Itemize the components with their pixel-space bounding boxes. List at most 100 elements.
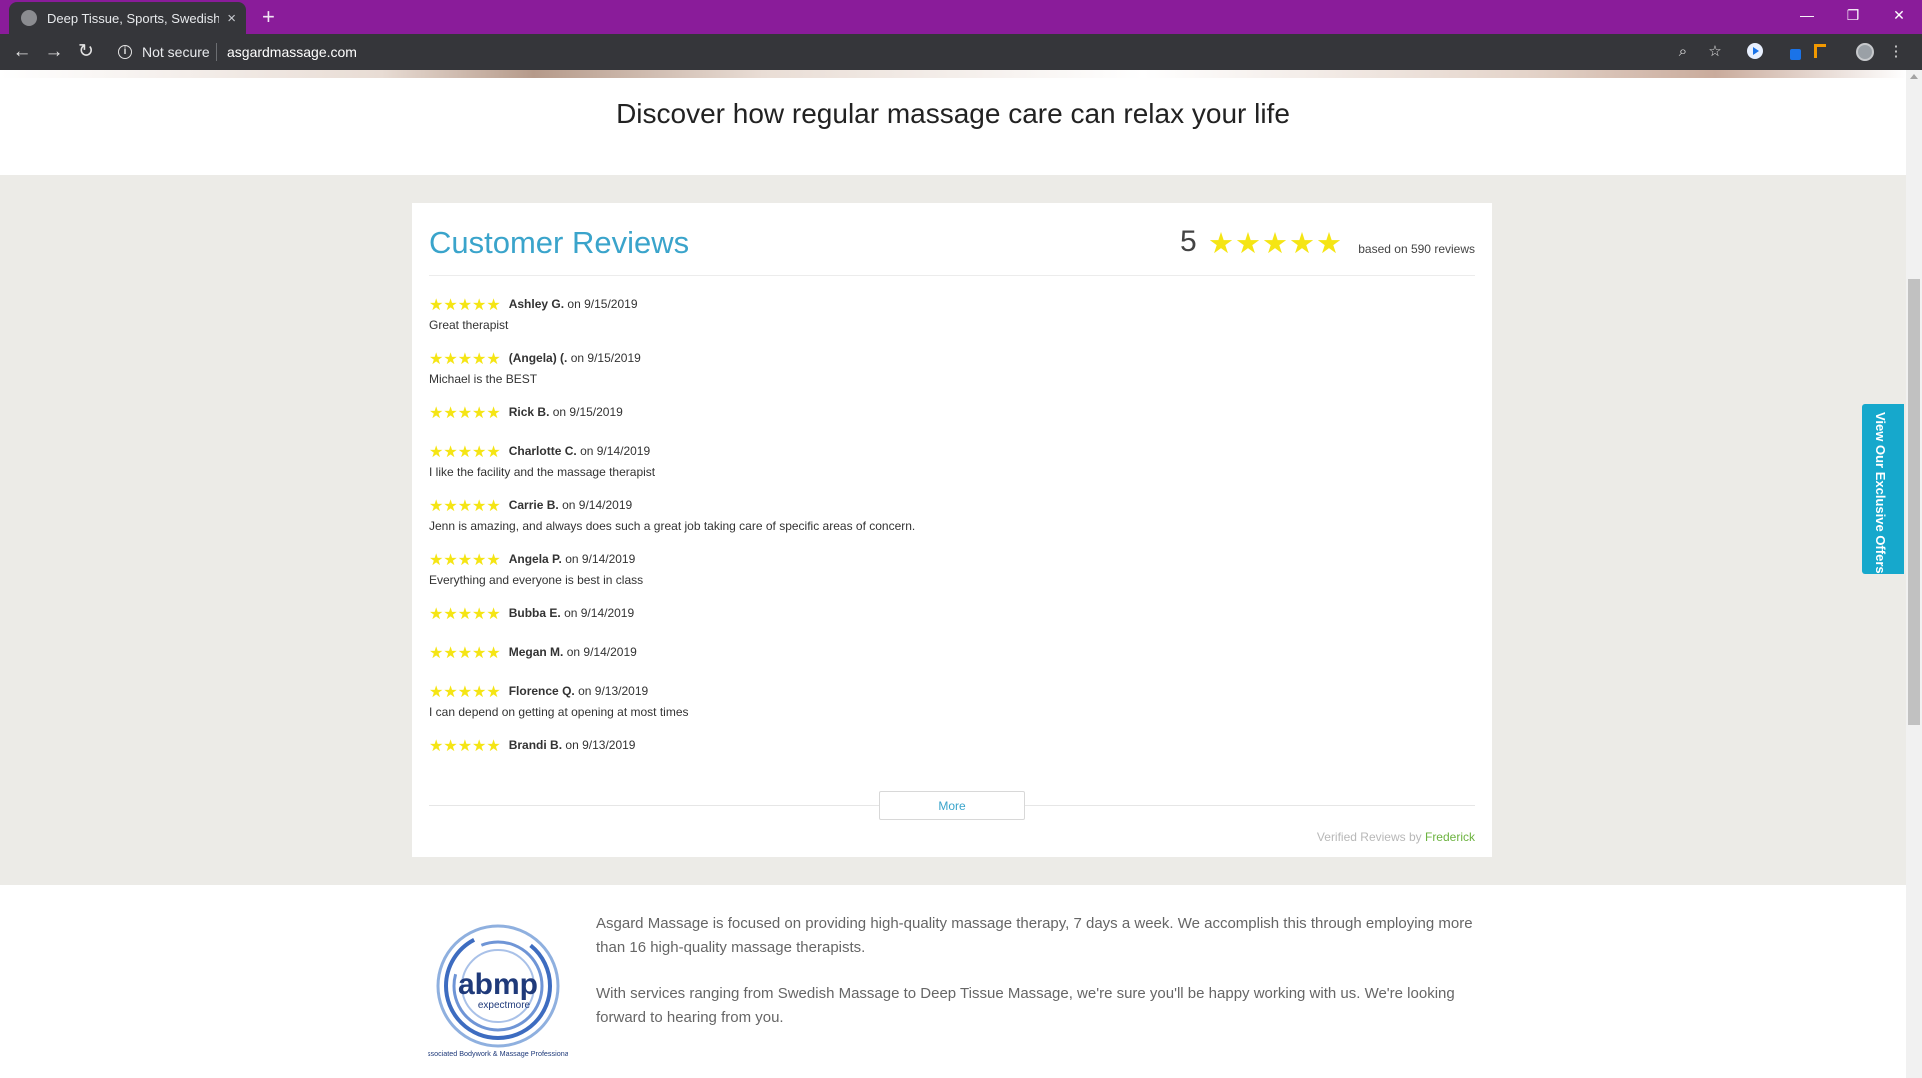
- verified-brand-link[interactable]: Frederick: [1425, 830, 1475, 844]
- review-star-rating: ★★★★★: [429, 351, 501, 369]
- star-icon: ★: [443, 351, 458, 368]
- new-tab-button[interactable]: +: [262, 4, 275, 30]
- logo-caption: Associated Bodywork & Massage Profession…: [428, 1049, 568, 1058]
- review-date: on 9/14/2019: [580, 444, 651, 458]
- review-star-rating: ★★★★★: [429, 498, 501, 516]
- about-section: abmp expectmore Associated Bodywork & Ma…: [0, 885, 1906, 1078]
- review-author: Ashley G. on 9/15/2019: [509, 297, 638, 311]
- review-text: I like the facility and the massage ther…: [429, 465, 656, 479]
- review-item: ★★★★★ Angela P. on 9/14/2019 Everything an…: [429, 552, 643, 587]
- review-text: Jenn is amazing, and always does such a …: [429, 519, 916, 533]
- star-icon: ★: [443, 444, 458, 461]
- logo-text: abmp: [458, 968, 538, 1001]
- star-icon: ★: [486, 405, 501, 422]
- exclusive-offers-tab[interactable]: View Our Exclusive Offers: [1862, 404, 1904, 574]
- reviewer-name: Angela P.: [508, 552, 562, 566]
- review-item: ★★★★★ Florence Q. on 9/13/2019 I can depen…: [429, 684, 689, 719]
- star-icon: ★: [429, 738, 444, 755]
- star-icon: ★: [443, 684, 458, 701]
- scroll-up-arrow-icon[interactable]: [1910, 74, 1918, 79]
- star-icon: ★: [1262, 228, 1288, 260]
- close-tab-icon[interactable]: ×: [227, 10, 236, 27]
- profile-avatar[interactable]: [1856, 43, 1874, 61]
- address-bar[interactable]: asgardmassage.com: [227, 44, 357, 60]
- star-icon: ★: [443, 297, 458, 314]
- star-icon: ★: [486, 297, 501, 314]
- star-icon: ★: [472, 498, 487, 515]
- about-paragraph: Asgard Massage is focused on providing h…: [596, 915, 1473, 956]
- review-date: on 9/14/2019: [562, 498, 633, 512]
- close-window-button[interactable]: ✕: [1876, 0, 1922, 30]
- star-icon: ★: [429, 498, 444, 515]
- reviewer-name: Ashley G.: [508, 297, 565, 311]
- review-date: on 9/13/2019: [578, 684, 649, 698]
- star-icon: ★: [1208, 228, 1234, 260]
- review-item: ★★★★★ Megan M. on 9/14/2019: [429, 645, 637, 663]
- security-label[interactable]: Not secure: [142, 44, 210, 60]
- browser-tab[interactable]: Deep Tissue, Sports, Swedish Massage ×: [9, 2, 246, 34]
- review-item: ★★★★★ (Angela) (. on 9/15/2019 Michael is …: [429, 351, 641, 386]
- browser-toolbar: ← → ↻ i Not secure asgardmassage.com ⌕ ☆…: [0, 34, 1922, 70]
- reviewer-name: Rick B.: [508, 405, 550, 419]
- review-date: on 9/15/2019: [567, 297, 638, 311]
- review-star-rating: ★★★★★: [429, 684, 501, 702]
- verified-prefix: Verified Reviews by: [1316, 830, 1422, 844]
- review-item: ★★★★★ Rick B. on 9/15/2019: [429, 405, 623, 423]
- star-icon: ★: [472, 738, 487, 755]
- review-text: I can depend on getting at opening at mo…: [429, 705, 689, 719]
- more-reviews-button[interactable]: More: [879, 791, 1025, 820]
- review-star-rating: ★★★★★: [429, 606, 501, 624]
- review-count: based on 590 reviews: [1358, 242, 1475, 256]
- star-icon: ★: [457, 738, 473, 755]
- extension-play-icon[interactable]: [1747, 43, 1763, 59]
- star-icon: ★: [472, 606, 487, 623]
- review-author: Rick B. on 9/15/2019: [509, 405, 623, 419]
- star-icon: ★: [457, 351, 473, 368]
- info-icon[interactable]: i: [118, 45, 132, 59]
- star-icon: ★: [472, 405, 487, 422]
- review-author: Bubba E. on 9/14/2019: [509, 606, 634, 620]
- verified-reviews-credit: Verified Reviews by Frederick: [1317, 830, 1475, 844]
- zoom-icon[interactable]: ⌕: [1673, 42, 1693, 62]
- star-icon: ★: [1316, 228, 1342, 260]
- review-item: ★★★★★ Charlotte C. on 9/14/2019 I like the…: [429, 444, 655, 479]
- review-author: Brandi B. on 9/13/2019: [509, 738, 636, 752]
- forward-button[interactable]: →: [42, 40, 66, 64]
- review-date: on 9/13/2019: [565, 738, 636, 752]
- browser-menu-icon[interactable]: ⋮: [1886, 42, 1906, 62]
- star-icon: ★: [429, 405, 444, 422]
- bookmark-star-icon[interactable]: ☆: [1705, 42, 1725, 62]
- review-item: ★★★★★ Bubba E. on 9/14/2019: [429, 606, 634, 624]
- overall-star-rating: ★ ★ ★ ★ ★: [1208, 229, 1343, 259]
- review-author: Carrie B. on 9/14/2019: [509, 498, 632, 512]
- star-icon: ★: [429, 444, 444, 461]
- extension-icon[interactable]: [1790, 49, 1801, 60]
- tab-title: Deep Tissue, Sports, Swedish Massage: [47, 10, 220, 26]
- back-button[interactable]: ←: [10, 40, 34, 64]
- page-scrollbar[interactable]: [1906, 70, 1922, 1078]
- review-text: Everything and everyone is best in class: [429, 573, 644, 587]
- abmp-logo: abmp expectmore Associated Bodywork & Ma…: [428, 924, 568, 1058]
- restore-button[interactable]: ❐: [1830, 0, 1876, 30]
- star-icon: ★: [486, 552, 501, 569]
- review-star-rating: ★★★★★: [429, 297, 501, 315]
- star-icon: ★: [443, 498, 458, 515]
- star-icon: ★: [429, 552, 444, 569]
- star-icon: ★: [472, 684, 487, 701]
- review-author: Florence Q. on 9/13/2019: [509, 684, 648, 698]
- star-icon: ★: [486, 351, 501, 368]
- star-icon: ★: [429, 297, 444, 314]
- about-paragraph: With services ranging from Swedish Massa…: [596, 985, 1455, 1026]
- star-icon: ★: [443, 738, 458, 755]
- minimize-button[interactable]: —: [1784, 0, 1830, 30]
- review-item: ★★★★★ Brandi B. on 9/13/2019: [429, 738, 635, 756]
- reviews-title: Customer Reviews: [429, 225, 690, 260]
- extension-tool-icon[interactable]: [1814, 44, 1826, 58]
- scrollbar-thumb[interactable]: [1908, 279, 1920, 725]
- review-item: ★★★★★ Ashley G. on 9/15/2019 Great therapi…: [429, 297, 638, 332]
- star-icon: ★: [472, 297, 487, 314]
- reload-button[interactable]: ↻: [74, 40, 98, 64]
- reviewer-name: Florence Q.: [508, 684, 575, 698]
- star-icon: ★: [429, 645, 444, 662]
- review-author: Angela P. on 9/14/2019: [509, 552, 636, 566]
